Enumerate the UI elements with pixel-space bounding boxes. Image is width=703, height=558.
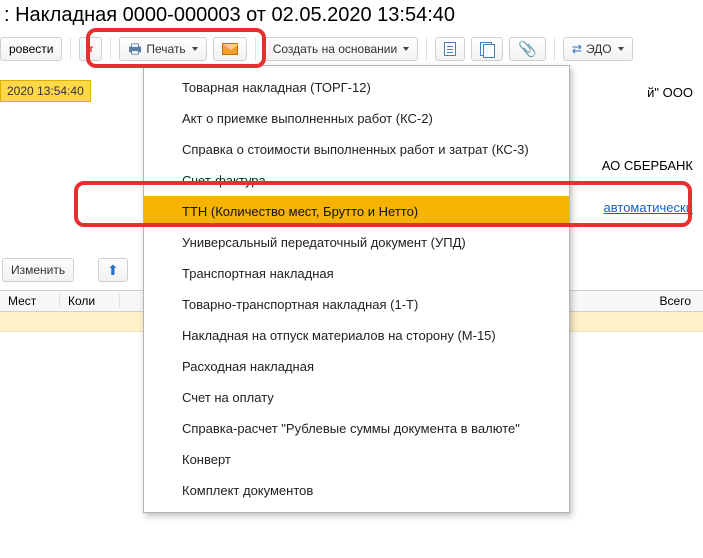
- print-menu-item[interactable]: Акт о приемке выполненных работ (КС-2): [144, 103, 569, 134]
- mail-button[interactable]: [213, 37, 247, 61]
- date-chip[interactable]: 2020 13:54:40: [0, 80, 91, 102]
- akt-icon: т: [88, 44, 93, 55]
- separator: [426, 38, 427, 60]
- printer-icon: [128, 43, 142, 55]
- attach-button[interactable]: 📎: [509, 37, 546, 61]
- print-button[interactable]: Печать: [119, 37, 206, 61]
- date-chip-row: 2020 13:54:40: [0, 80, 91, 102]
- print-menu-item[interactable]: Конверт: [144, 444, 569, 475]
- print-menu-item[interactable]: Универсальный передаточный документ (УПД…: [144, 227, 569, 258]
- arrow-up-icon: ⬆: [107, 263, 119, 277]
- print-menu-item[interactable]: Счет-фактура: [144, 165, 569, 196]
- akt-button[interactable]: т: [79, 37, 102, 61]
- bank-name: АО СБЕРБАНК: [602, 158, 693, 173]
- separator: [554, 38, 555, 60]
- print-menu-item[interactable]: Расходная накладная: [144, 351, 569, 382]
- create-based-label: Создать на основании: [273, 42, 398, 56]
- print-menu-item[interactable]: Счет на оплату: [144, 382, 569, 413]
- edo-icon: ⇄: [572, 42, 582, 56]
- edo-button[interactable]: ⇄ ЭДО: [563, 37, 633, 61]
- document-icon: [444, 42, 456, 56]
- caret-down-icon: [403, 47, 409, 51]
- print-menu-item[interactable]: Транспортная накладная: [144, 258, 569, 289]
- create-based-button[interactable]: Создать на основании: [264, 37, 419, 61]
- doc-button[interactable]: [435, 37, 465, 61]
- company-fragment: й" ООО: [647, 85, 693, 100]
- print-menu-item[interactable]: Справка о стоимости выполненных работ и …: [144, 134, 569, 165]
- page-title: : Накладная 0000-000003 от 02.05.2020 13…: [0, 0, 703, 35]
- edo-label: ЭДО: [586, 42, 612, 56]
- mail-icon: [222, 43, 238, 55]
- print-menu-item[interactable]: Товарно-транспортная накладная (1-Т): [144, 289, 569, 320]
- print-menu-item[interactable]: Товарная накладная (ТОРГ-12): [144, 72, 569, 103]
- col-koli: Коли: [60, 294, 120, 308]
- provesti-button[interactable]: ровести: [0, 37, 62, 61]
- separator: [255, 38, 256, 60]
- print-dropdown: Товарная накладная (ТОРГ-12)Акт о приемк…: [143, 65, 570, 513]
- print-menu-item[interactable]: Справка-расчет "Рублевые суммы документа…: [144, 413, 569, 444]
- caret-down-icon: [618, 47, 624, 51]
- print-label: Печать: [146, 42, 185, 56]
- separator: [70, 38, 71, 60]
- move-up-button[interactable]: ⬆: [98, 258, 128, 282]
- col-vsego: Всего: [652, 294, 703, 308]
- toolbar: ровести т Печать Создать на основании 📎 …: [0, 35, 703, 68]
- change-button[interactable]: Изменить: [2, 258, 74, 282]
- print-menu-item[interactable]: ТТН (Количество мест, Брутто и Нетто): [144, 196, 569, 227]
- auto-link[interactable]: автоматически: [604, 200, 693, 215]
- print-menu-item[interactable]: Накладная на отпуск материалов на сторон…: [144, 320, 569, 351]
- copy-icon: [480, 42, 494, 56]
- caret-down-icon: [192, 47, 198, 51]
- copy-button[interactable]: [471, 37, 503, 61]
- separator: [110, 38, 111, 60]
- paperclip-icon: 📎: [518, 42, 537, 57]
- col-mest: Мест: [0, 294, 60, 308]
- print-menu-item[interactable]: Комплект документов: [144, 475, 569, 506]
